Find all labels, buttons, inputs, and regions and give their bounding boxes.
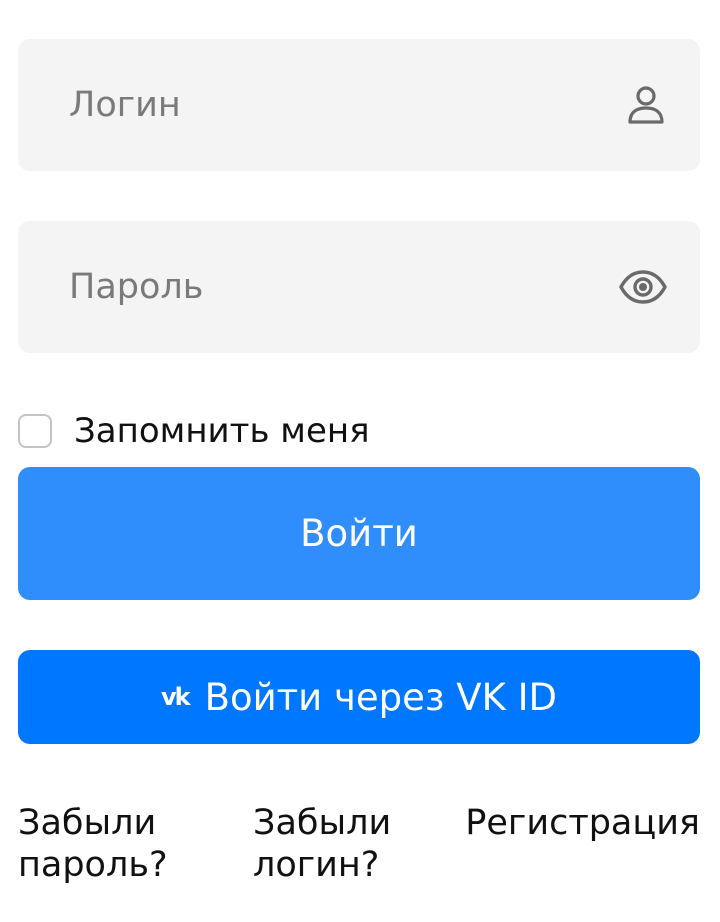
remember-me[interactable]: Запомнить меня [18,407,370,455]
eye-icon[interactable] [619,266,667,308]
vk-button-label: Войти через VK ID [204,675,558,719]
remember-label: Запомнить меня [74,411,370,451]
vk-icon: vk [160,683,191,711]
forgot-password-link[interactable]: Забыли пароль? [18,802,208,886]
vk-login-button[interactable]: vk Войти через VK ID [18,650,700,744]
auth-links: Забыли пароль? Забыли логин? Регистрация [18,802,700,902]
forgot-login-link[interactable]: Забыли логин? [253,802,423,886]
login-field[interactable] [18,39,700,171]
remember-checkbox[interactable] [18,414,52,448]
register-link[interactable]: Регистрация [465,802,700,844]
password-input[interactable] [18,221,700,353]
login-button-label: Войти [300,512,418,555]
login-input[interactable] [18,39,700,171]
user-icon [625,84,667,126]
login-button[interactable]: Войти [18,467,700,600]
password-field[interactable] [18,221,700,353]
